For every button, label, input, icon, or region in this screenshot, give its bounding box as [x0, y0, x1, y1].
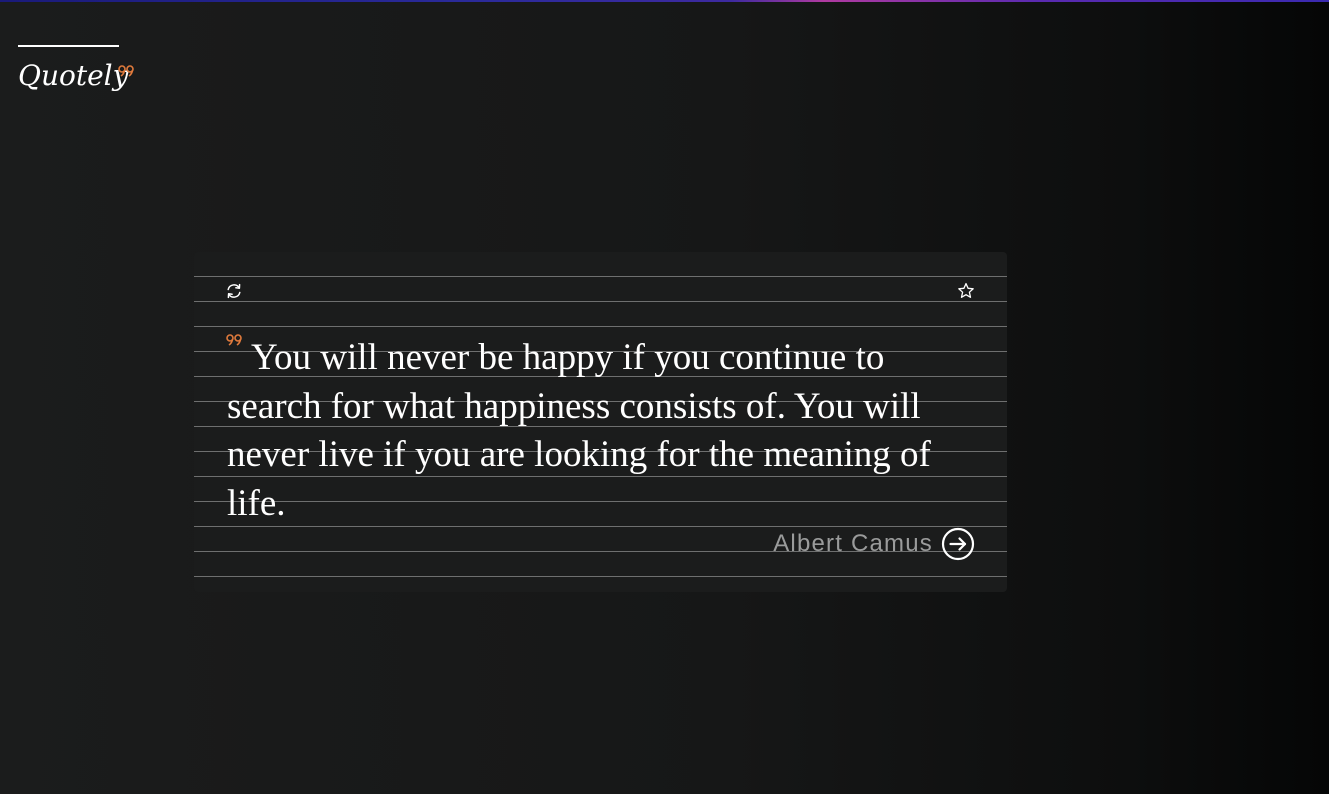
logo-text: Quotely — [18, 59, 129, 92]
logo-quote-mark-icon — [118, 65, 134, 77]
author-row: Albert Camus — [773, 525, 975, 563]
top-accent-bar — [0, 0, 1329, 2]
refresh-button[interactable] — [223, 280, 245, 302]
logo-underline — [18, 45, 119, 47]
author-name[interactable]: Albert Camus — [773, 530, 933, 558]
refresh-icon — [227, 283, 241, 299]
ruled-line — [194, 276, 1007, 277]
ruled-line — [194, 301, 1007, 302]
ruled-line — [194, 576, 1007, 577]
favorite-button[interactable] — [955, 280, 977, 302]
ruled-line — [194, 326, 1007, 327]
author-link-button[interactable] — [941, 527, 975, 561]
quote-text: You will never be happy if you continue … — [227, 337, 931, 524]
arrow-right-circle-icon — [941, 527, 975, 561]
app-logo[interactable]: Quotely — [18, 45, 148, 105]
quote-card: You will never be happy if you continue … — [194, 252, 1007, 592]
star-icon — [958, 282, 974, 298]
